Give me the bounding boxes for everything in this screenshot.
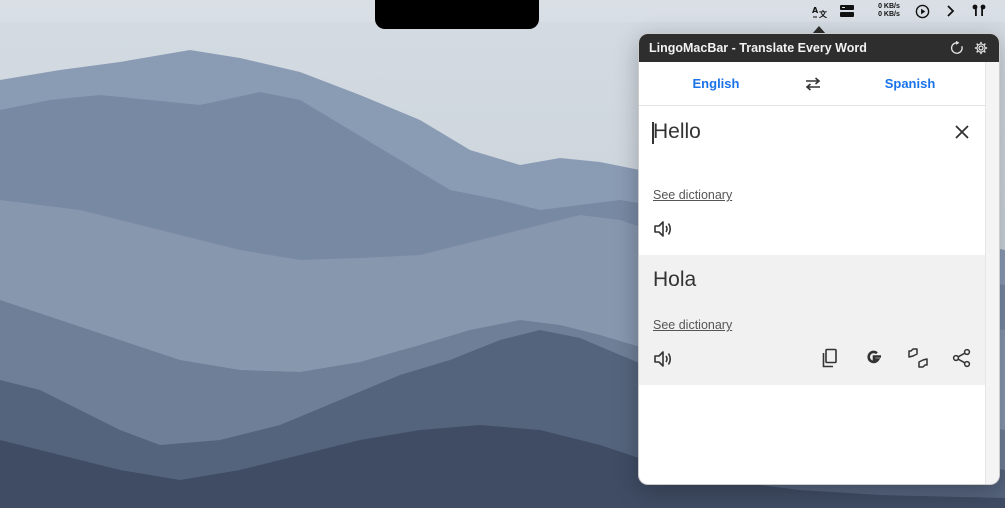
translate-icon[interactable]: A文 — [810, 2, 828, 20]
menu-bar: A文 0 KB/s 0 KB/s — [0, 0, 1005, 29]
network-speed[interactable]: 0 KB/s 0 KB/s — [872, 3, 906, 19]
airpods-icon[interactable] — [970, 2, 988, 20]
translation-text: Hola — [653, 268, 697, 291]
share-icon[interactable] — [951, 347, 973, 369]
feedback-icon[interactable] — [907, 347, 929, 369]
source-dictionary-link[interactable]: See dictionary — [653, 188, 732, 202]
svg-text:文: 文 — [819, 9, 827, 19]
target-language-button[interactable]: Spanish — [833, 76, 987, 91]
net-up-text: 0 KB/s — [878, 3, 900, 10]
swap-languages-icon[interactable] — [793, 76, 833, 92]
camera-notch — [375, 0, 539, 29]
play-circle-icon[interactable] — [913, 2, 931, 20]
translation-speaker-icon[interactable] — [653, 348, 675, 370]
source-panel: Hello See dictionary — [639, 106, 987, 255]
popup-titlebar: LingoMacBar - Translate Every Word — [639, 34, 999, 62]
lingomacbar-popup: LingoMacBar - Translate Every Word Engli… — [638, 33, 1000, 485]
translation-actions — [819, 347, 973, 369]
copy-icon[interactable] — [819, 347, 841, 369]
google-icon[interactable] — [863, 347, 885, 369]
source-language-button[interactable]: English — [639, 76, 793, 91]
chevron-right-icon[interactable] — [942, 2, 958, 20]
net-down-text: 0 KB/s — [878, 11, 900, 18]
popup-title: LingoMacBar - Translate Every Word — [649, 41, 867, 55]
language-bar: English Spanish — [639, 62, 987, 106]
clear-text-icon[interactable] — [953, 123, 971, 141]
storage-icon[interactable] — [838, 2, 856, 20]
translation-panel: Hola See dictionary — [639, 255, 987, 385]
popup-content: English Spanish Hello See dictionary Hol… — [639, 62, 987, 484]
popup-scrollbar[interactable] — [985, 62, 999, 484]
source-text-input[interactable]: Hello — [653, 120, 701, 144]
translation-dictionary-link[interactable]: See dictionary — [653, 318, 732, 332]
gear-icon[interactable] — [973, 40, 989, 56]
svg-text:A: A — [812, 6, 819, 15]
reload-icon[interactable] — [949, 40, 965, 56]
source-speaker-icon[interactable] — [653, 218, 675, 240]
